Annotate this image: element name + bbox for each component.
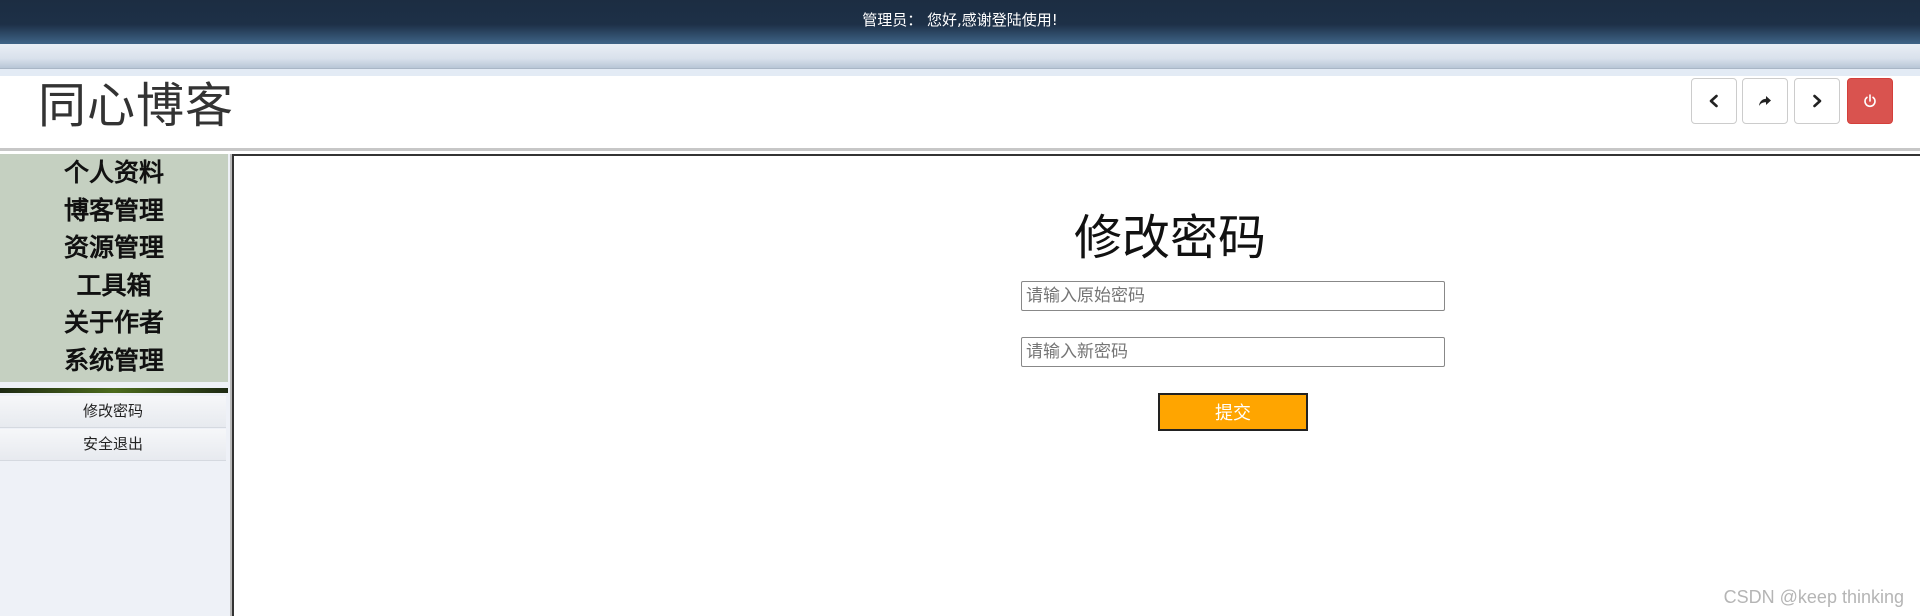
new-password-input[interactable] — [1021, 337, 1445, 367]
header-band — [0, 44, 1920, 69]
nav-item-system-management[interactable]: 系统管理 — [0, 342, 228, 380]
site-brand: 同心博客 — [38, 78, 235, 134]
power-icon — [1864, 94, 1876, 108]
submenu-item-change-password[interactable]: 修改密码 — [0, 396, 226, 428]
nav-item-blog-management[interactable]: 博客管理 — [0, 192, 228, 230]
watermark: CSDN @keep thinking — [1723, 587, 1904, 607]
page-title: 修改密码 — [1073, 210, 1266, 266]
nav-item-resource-management[interactable]: 资源管理 — [0, 229, 228, 267]
old-password-input[interactable] — [1021, 281, 1445, 311]
chevron-right-icon — [1813, 94, 1822, 108]
submit-button[interactable]: 提交 — [1158, 393, 1308, 431]
submenu-item-logout[interactable]: 安全退出 — [0, 429, 226, 461]
main-frame-top-border — [232, 154, 1920, 156]
forward-button[interactable] — [1794, 78, 1840, 124]
logout-power-button[interactable] — [1847, 78, 1893, 124]
back-button[interactable] — [1691, 78, 1737, 124]
top-admin-bar: 管理员： 您好,感谢登陆使用! — [0, 0, 1920, 44]
share-arrow-icon — [1759, 96, 1771, 106]
nav-item-toolbox[interactable]: 工具箱 — [0, 267, 228, 305]
share-button[interactable] — [1742, 78, 1788, 124]
main-frame-left-border — [232, 154, 234, 616]
admin-greeting: 管理员： 您好,感谢登陆使用! — [862, 11, 1058, 29]
site-header — [0, 76, 1920, 151]
sidebar-nav: 个人资料 博客管理 资源管理 工具箱 关于作者 系统管理 — [0, 154, 228, 382]
nav-divider — [0, 388, 228, 393]
nav-item-profile[interactable]: 个人资料 — [0, 154, 228, 192]
header-band-light — [0, 69, 1920, 76]
nav-item-about-author[interactable]: 关于作者 — [0, 304, 228, 342]
chevron-left-icon — [1709, 94, 1718, 108]
